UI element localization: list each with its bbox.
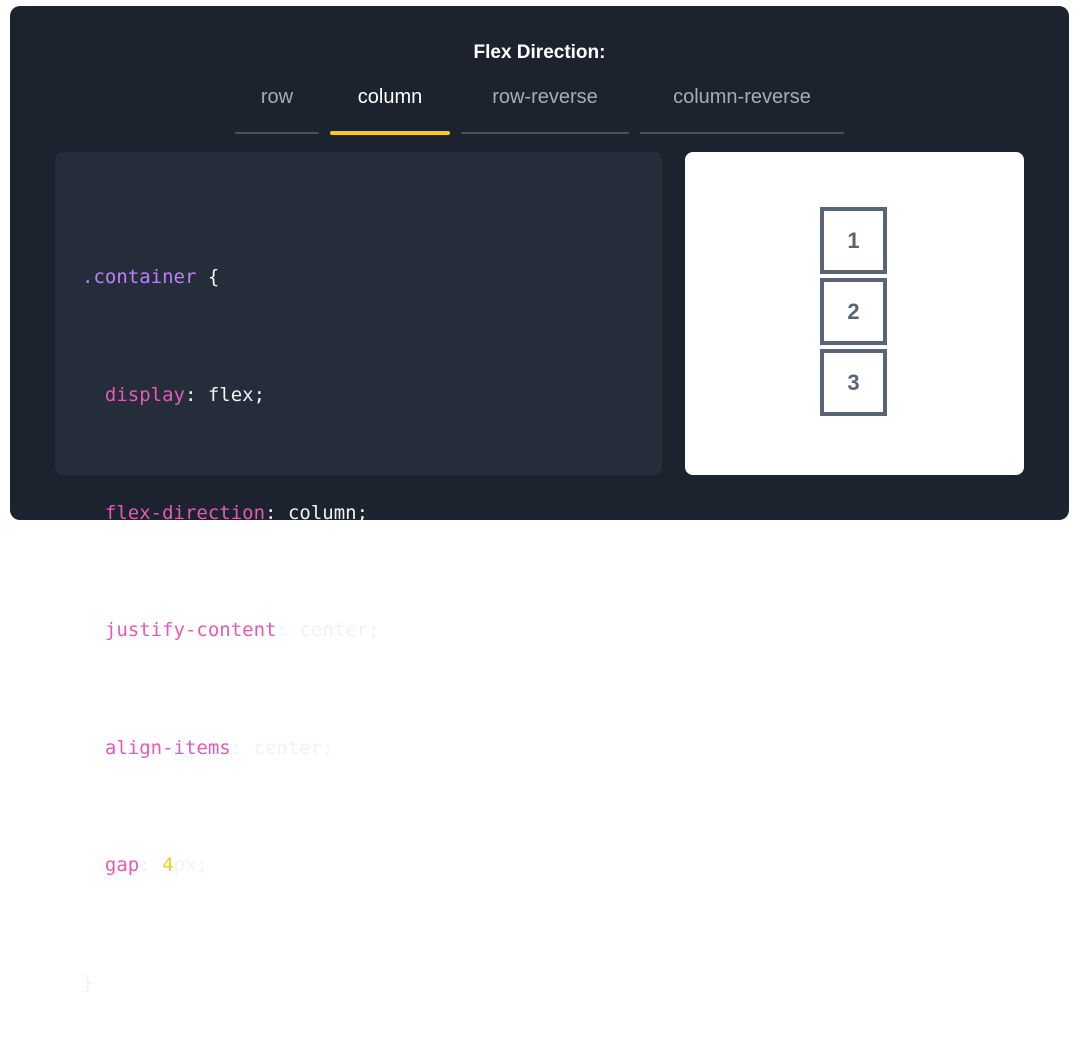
css-property: gap: [104, 854, 140, 877]
tab-row-reverse[interactable]: row-reverse: [461, 86, 629, 134]
css-selector: .container: [82, 266, 197, 289]
css-semicolon: ;: [322, 736, 334, 759]
flex-container: 1 2 3: [820, 207, 887, 416]
css-value: flex: [207, 384, 254, 406]
code-line: align-items: center;: [82, 729, 379, 768]
css-semicolon: ;: [356, 501, 369, 524]
css-semicolon: ;: [253, 384, 266, 406]
css-separator: :: [276, 619, 300, 642]
tab-underline: [461, 132, 629, 134]
flex-item: 1: [820, 207, 887, 274]
css-separator: :: [184, 384, 208, 406]
css-unit: px: [173, 854, 197, 877]
code-line: gap: 4px;: [82, 846, 379, 885]
tab-underline: [235, 132, 319, 134]
open-brace: {: [196, 266, 220, 289]
tab-column-reverse[interactable]: column-reverse: [640, 86, 844, 134]
preview-panel: 1 2 3: [685, 152, 1024, 475]
flex-item: 2: [820, 278, 887, 345]
css-property: justify-content: [104, 619, 277, 642]
tab-row[interactable]: row: [235, 86, 319, 134]
tab-active-underline: [330, 131, 450, 135]
code-line-selector: .container {: [82, 258, 379, 297]
css-separator: :: [230, 736, 254, 759]
css-separator: :: [265, 501, 288, 524]
css-value: center: [253, 736, 323, 759]
code-block: .container { display: flex; flex-directi…: [82, 180, 379, 1058]
tab-label: column-reverse: [673, 86, 811, 108]
code-line: justify-content: center;: [82, 611, 380, 650]
tab-label: row: [260, 86, 294, 108]
css-semicolon: ;: [196, 854, 208, 877]
css-separator: :: [139, 854, 163, 877]
demo-frame: Flex Direction: row column row-reverse c…: [10, 6, 1069, 994]
tab-column[interactable]: column: [330, 86, 450, 135]
css-value: column: [287, 501, 357, 524]
css-property: display: [104, 384, 185, 406]
tab-underline: [640, 132, 844, 134]
css-semicolon: ;: [368, 619, 380, 642]
tab-label: row-reverse: [492, 86, 598, 108]
section-title: Flex Direction:: [473, 42, 606, 63]
flex-item: 3: [820, 349, 887, 416]
tab-label: column: [357, 86, 423, 108]
css-value: center: [299, 619, 369, 642]
code-line: display: flex;: [82, 376, 379, 415]
code-line-close: }: [82, 964, 379, 1003]
code-panel: .container { display: flex; flex-directi…: [55, 152, 662, 994]
css-property: flex-direction: [104, 501, 266, 524]
close-brace: }: [82, 971, 94, 994]
css-number: 4: [162, 854, 174, 877]
css-property: align-items: [104, 736, 231, 759]
code-line: flex-direction: column;: [82, 494, 379, 533]
